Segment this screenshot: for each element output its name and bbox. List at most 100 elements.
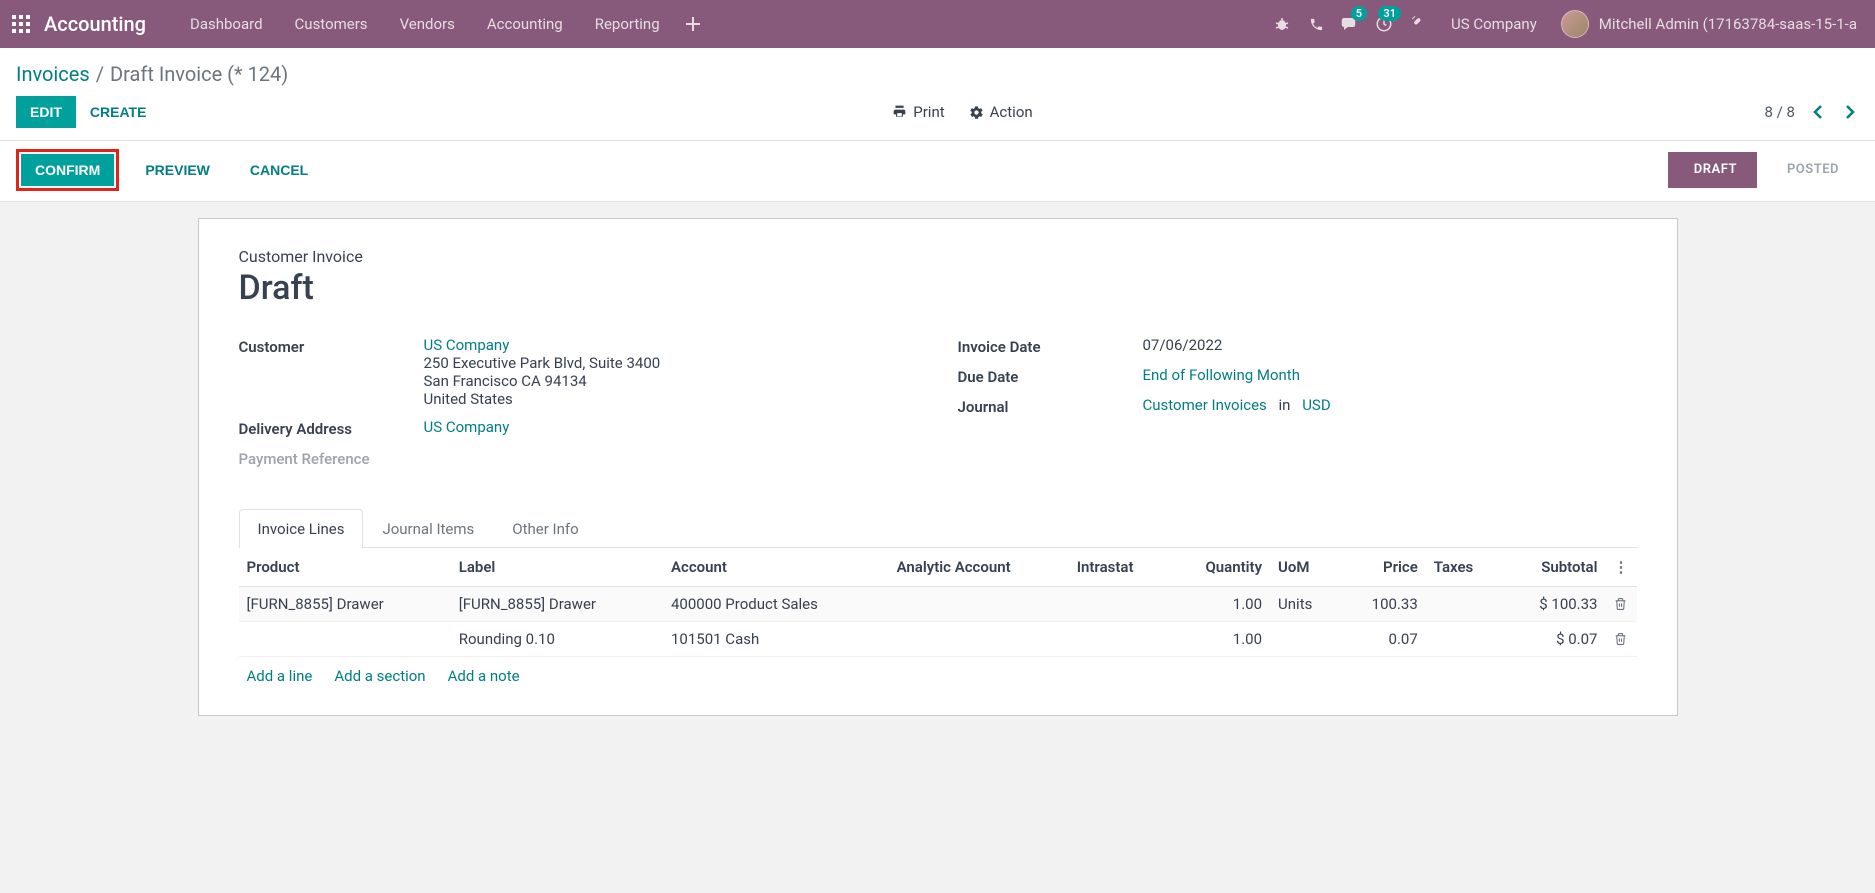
nav-dashboard[interactable]: Dashboard [174,0,279,48]
pager-next[interactable] [1841,102,1859,122]
apps-icon[interactable] [10,13,32,35]
col-intrastat: Intrastat [1069,548,1170,587]
customer-addr2: San Francisco CA 94134 [424,372,918,390]
user-name: Mitchell Admin (17163784-saas-15-1-a [1599,15,1857,33]
cell-quantity: 1.00 [1170,622,1271,657]
delete-row-icon[interactable] [1614,597,1629,611]
table-row[interactable]: Rounding 0.10 101501 Cash 1.00 0.07 $ 0.… [239,622,1637,657]
doc-title: Draft [239,268,1637,308]
col-label: Label [451,548,663,587]
toolbar: EDIT CREATE Print Action 8 / 8 [0,90,1875,140]
cell-intrastat [1069,587,1170,622]
print-icon [892,105,907,119]
status-steps: DRAFT POSTED [1668,152,1859,188]
add-links: Add a line Add a section Add a note [239,657,1637,695]
nav-reporting[interactable]: Reporting [579,0,676,48]
control-panel: Invoices / Draft Invoice (* 124) EDIT CR… [0,48,1875,141]
col-price: Price [1340,548,1426,587]
pager: 8 / 8 [1765,102,1860,122]
status-bar: CONFIRM PREVIEW CANCEL DRAFT POSTED [0,141,1875,202]
nav-customers[interactable]: Customers [279,0,384,48]
action-dropdown[interactable]: Action [969,103,1033,121]
cell-subtotal: $ 0.07 [1503,622,1606,657]
tab-journal-items[interactable]: Journal Items [363,509,493,548]
table-row[interactable]: [FURN_8855] Drawer [FURN_8855] Drawer 40… [239,587,1637,622]
tools-icon[interactable] [1401,0,1435,48]
col-quantity: Quantity [1170,548,1271,587]
customer-value: US Company 250 Executive Park Blvd, Suit… [424,336,918,408]
cell-quantity: 1.00 [1170,587,1271,622]
company-switcher[interactable]: US Company [1435,15,1553,33]
cell-uom [1270,622,1340,657]
journal-label: Journal [958,396,1143,416]
avatar [1561,10,1589,38]
phone-icon[interactable] [1299,0,1333,48]
app-brand[interactable]: Accounting [44,12,146,36]
cell-price: 100.33 [1340,587,1426,622]
messages-icon[interactable]: 5 [1333,0,1367,48]
journal-in: in [1279,396,1291,414]
tabs: Invoice Lines Journal Items Other Info [239,508,1637,548]
cell-uom: Units [1270,587,1340,622]
print-label: Print [913,103,944,121]
breadcrumb-root[interactable]: Invoices [16,62,90,86]
invoice-date-label: Invoice Date [958,336,1143,356]
create-button[interactable]: CREATE [76,96,161,128]
cell-account: 101501 Cash [663,622,889,657]
nav-accounting[interactable]: Accounting [471,0,579,48]
journal-link[interactable]: Customer Invoices [1143,396,1267,414]
cell-label: Rounding 0.10 [451,622,663,657]
cell-product [239,622,451,657]
cell-analytic [889,587,1069,622]
status-posted[interactable]: POSTED [1757,152,1859,188]
chevron-right-icon [1845,104,1855,120]
breadcrumb-sep: / [96,62,104,86]
delete-row-icon[interactable] [1614,632,1629,646]
breadcrumb: Invoices / Draft Invoice (* 124) [0,48,1875,90]
cell-subtotal: $ 100.33 [1503,587,1606,622]
print-action[interactable]: Print [892,103,944,121]
confirm-button[interactable]: CONFIRM [21,154,114,186]
customer-addr3: United States [424,390,918,408]
user-menu[interactable]: Mitchell Admin (17163784-saas-15-1-a [1553,10,1865,38]
add-section[interactable]: Add a section [334,667,425,685]
top-nav: Accounting Dashboard Customers Vendors A… [0,0,1875,48]
breadcrumb-current: Draft Invoice (* 124) [110,62,288,86]
action-label: Action [990,103,1033,121]
cancel-button[interactable]: CANCEL [236,154,322,186]
due-date-link[interactable]: End of Following Month [1143,366,1300,384]
activities-icon[interactable]: 31 [1367,0,1401,48]
customer-addr1: 250 Executive Park Blvd, Suite 3400 [424,354,918,372]
delivery-link[interactable]: US Company [424,418,510,436]
cell-taxes [1426,622,1503,657]
cell-taxes [1426,587,1503,622]
preview-button[interactable]: PREVIEW [131,154,224,186]
cell-account: 400000 Product Sales [663,587,889,622]
add-note[interactable]: Add a note [448,667,520,685]
journal-currency[interactable]: USD [1302,396,1330,414]
invoice-lines-table: Product Label Account Analytic Account I… [239,548,1637,657]
col-account: Account [663,548,889,587]
status-draft[interactable]: DRAFT [1668,152,1757,188]
delivery-label: Delivery Address [239,418,424,438]
cell-label: [FURN_8855] Drawer [451,587,663,622]
customer-link[interactable]: US Company [424,336,918,354]
cell-product: [FURN_8855] Drawer [239,587,451,622]
col-analytic: Analytic Account [889,548,1069,587]
messages-badge: 5 [1351,6,1367,21]
pager-prev[interactable] [1809,102,1827,122]
edit-button[interactable]: EDIT [16,96,76,128]
columns-menu[interactable]: ⋮ [1614,558,1629,576]
chevron-left-icon [1813,104,1823,120]
bug-icon[interactable] [1265,0,1299,48]
activities-badge: 31 [1378,6,1401,21]
cell-analytic [889,622,1069,657]
tab-invoice-lines[interactable]: Invoice Lines [239,509,364,548]
cell-intrastat [1069,622,1170,657]
col-product: Product [239,548,451,587]
nav-vendors[interactable]: Vendors [384,0,471,48]
plus-icon[interactable] [676,0,710,48]
due-date-label: Due Date [958,366,1143,386]
add-line[interactable]: Add a line [247,667,313,685]
tab-other-info[interactable]: Other Info [493,509,597,548]
